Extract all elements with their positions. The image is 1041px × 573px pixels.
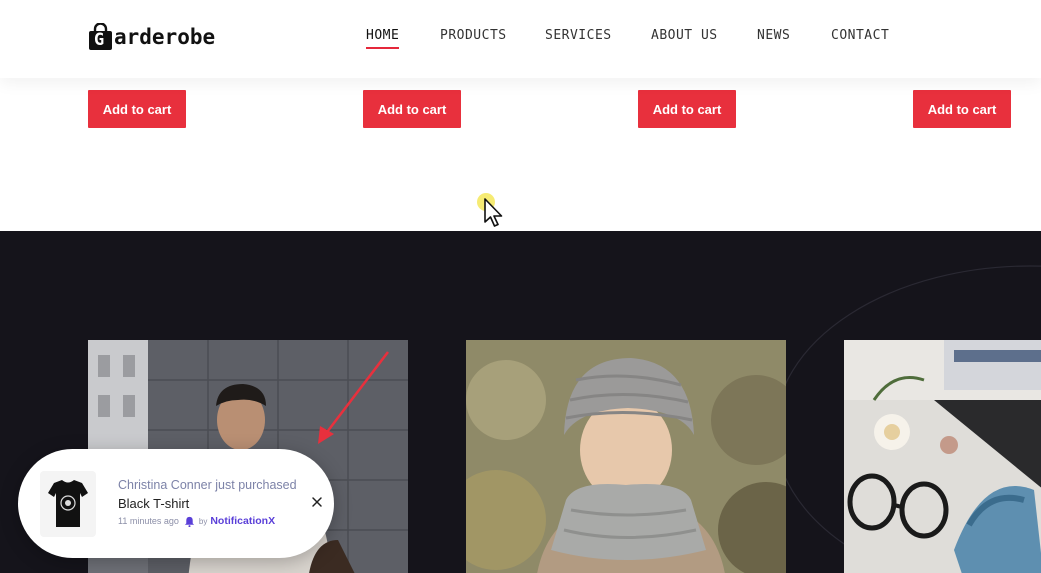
nav-item-home[interactable]: HOME: [366, 28, 400, 49]
woman-in-knit-hat-photo[interactable]: [466, 340, 786, 573]
add-to-cart-button[interactable]: Add to cart: [638, 90, 736, 128]
add-to-cart-button[interactable]: Add to cart: [88, 90, 186, 128]
add-to-cart-button[interactable]: Add to cart: [363, 90, 461, 128]
flatlay-accessories-photo[interactable]: [844, 340, 1041, 573]
notification-meta: 11 minutes ago by NotificationX: [118, 515, 275, 527]
nav-item-news[interactable]: NEWS: [757, 28, 790, 43]
add-to-cart-button[interactable]: Add to cart: [913, 90, 1011, 128]
close-icon[interactable]: [310, 495, 324, 509]
black-tshirt-icon: [48, 480, 88, 527]
notificationx-brand-link[interactable]: NotificationX: [210, 515, 275, 527]
main-nav: HOME PRODUCTS SERVICES ABOUT US NEWS CON…: [0, 28, 1041, 52]
notification-title: Christina Conner just purchased: [118, 478, 297, 492]
mouse-pointer-icon: [484, 198, 503, 227]
nav-item-label: CONTACT: [831, 28, 890, 43]
nav-item-products[interactable]: PRODUCTS: [440, 28, 507, 43]
active-underline: [366, 47, 400, 49]
product-thumbnail: [40, 471, 96, 537]
notification-time: 11 minutes ago: [118, 516, 179, 526]
nav-item-label: PRODUCTS: [440, 28, 507, 43]
nav-item-label: ABOUT US: [651, 28, 718, 43]
notificationx-bell-icon: [184, 516, 194, 527]
notification-by-label: by: [198, 516, 208, 526]
notification-product: Black T-shirt: [118, 496, 190, 511]
nav-item-about-us[interactable]: ABOUT US: [651, 28, 718, 43]
nav-item-contact[interactable]: CONTACT: [831, 28, 889, 43]
nav-item-label: HOME: [366, 28, 400, 43]
nav-item-label: NEWS: [757, 28, 791, 43]
nav-item-services[interactable]: SERVICES: [545, 28, 612, 43]
site-header: G arderobe HOME PRODUCTS SERVICES ABOUT …: [0, 0, 1041, 78]
nav-item-label: SERVICES: [545, 28, 612, 43]
purchase-notification-popup[interactable]: Christina Conner just purchased Black T-…: [18, 449, 334, 558]
